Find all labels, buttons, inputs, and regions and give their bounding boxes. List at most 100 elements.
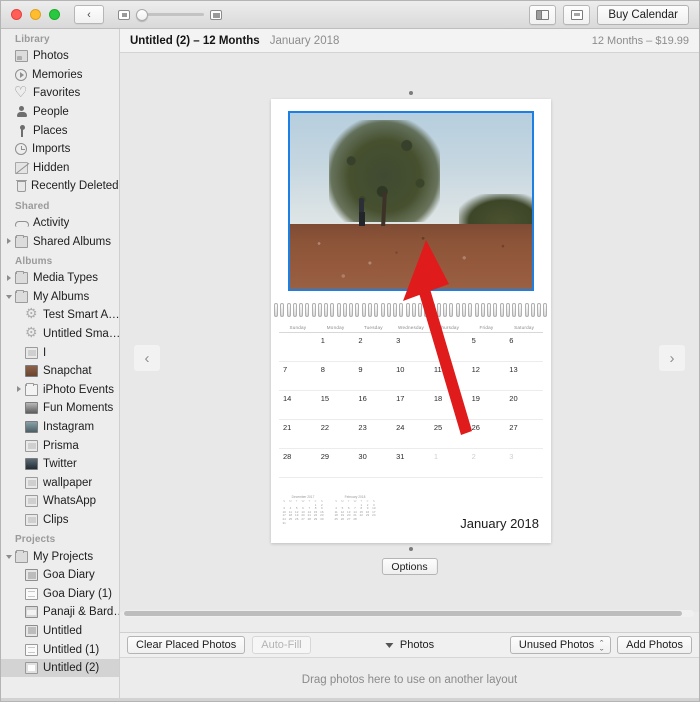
sidebar-item-untitled-2[interactable]: Untitled (2)	[1, 658, 119, 678]
sidebar-item-iphoto-events[interactable]: iPhoto Events	[1, 381, 119, 400]
calendar-day-cell[interactable]: 2	[467, 449, 506, 478]
calendar-day-cell[interactable]: 2	[354, 333, 393, 362]
calendar-day-cell[interactable]: 3	[505, 449, 543, 478]
sidebar-item-favorites[interactable]: Favorites	[1, 83, 119, 103]
calendar-day-cell[interactable]: 31	[392, 449, 430, 478]
sidebar-item-fun-moments[interactable]: Fun Moments	[1, 399, 119, 418]
photo-dropzone[interactable]: Drag photos here to use on another layou…	[120, 658, 699, 701]
horizontal-scrollbar-thumb[interactable]	[124, 611, 682, 616]
calendar-day-cell[interactable]: 28	[279, 449, 317, 478]
calendar-day-cell[interactable]: 29	[316, 449, 355, 478]
zoom-slider-group[interactable]	[118, 8, 222, 21]
calendar-day-cell[interactable]: 19	[467, 391, 506, 420]
sidebar-item-wallpaper[interactable]: wallpaper	[1, 473, 119, 492]
next-page-button[interactable]: ›	[659, 345, 685, 371]
calendar-day-cell[interactable]: 1	[316, 333, 355, 362]
previous-page-button[interactable]: ‹	[134, 345, 160, 371]
calendar-day-cell[interactable]: 16	[354, 391, 393, 420]
sidebar-item-activity[interactable]: Activity	[1, 214, 119, 233]
calendar-day-cell[interactable]: 14	[279, 391, 317, 420]
calendar-day-cell[interactable]: 27	[505, 420, 543, 449]
sidebar-item-hidden[interactable]: Hidden	[1, 159, 119, 178]
photo-placeholder-selected[interactable]	[288, 111, 534, 291]
sidebar[interactable]: Library Photos Memories Favorites People Plac…	[1, 29, 120, 701]
calendar-day-cell[interactable]: 26	[467, 420, 506, 449]
clear-placed-photos-button[interactable]: Clear Placed Photos	[127, 636, 246, 654]
split-view-button[interactable]	[529, 4, 557, 25]
sidebar-item-media-types[interactable]: Media Types	[1, 269, 119, 288]
calendar-day-cell[interactable]: 10	[392, 362, 430, 391]
sidebar-item-label: Test Smart A…	[43, 309, 119, 322]
sidebar-item-goa-diary[interactable]: Goa Diary	[1, 566, 119, 585]
sidebar-item-twitter[interactable]: Twitter	[1, 455, 119, 474]
calendar-day-cell[interactable]	[279, 333, 317, 362]
calendar-photo[interactable]	[290, 113, 532, 289]
sidebar-item-test-smart-a[interactable]: Test Smart A…	[1, 305, 119, 325]
calendar-day-cell[interactable]: 9	[354, 362, 393, 391]
sidebar-item-whatsapp[interactable]: WhatsApp	[1, 492, 119, 511]
calendar-day-cell[interactable]: 7	[279, 362, 317, 391]
calendar-day-cell[interactable]: 12	[467, 362, 506, 391]
options-button[interactable]: Options	[381, 558, 438, 575]
back-button[interactable]: ‹	[74, 5, 104, 24]
calendar-day-cell[interactable]: 24	[392, 420, 430, 449]
sidebar-item-clips[interactable]: Clips	[1, 511, 119, 530]
sidebar-item-shared-albums[interactable]: Shared Albums	[1, 232, 119, 251]
calendar-day-cell[interactable]: 6	[505, 333, 543, 362]
calendar-day-cell[interactable]: 13	[505, 362, 543, 391]
small-thumbnail-icon[interactable]	[118, 9, 130, 20]
calendar-day-cell[interactable]: 3	[392, 333, 430, 362]
buy-calendar-button[interactable]: Buy Calendar	[597, 4, 689, 25]
calendar-day-cell[interactable]: 30	[354, 449, 393, 478]
project-canvas[interactable]: ‹ › Sunday Monday Tuesday Wednesday Thur…	[120, 53, 699, 612]
sidebar-item-instagram[interactable]: Instagram	[1, 418, 119, 437]
calendar-day-cell[interactable]: 4	[429, 333, 468, 362]
calendar-page[interactable]: Sunday Monday Tuesday Wednesday Thursday Frid…	[271, 91, 551, 551]
disclosure-down-icon[interactable]	[6, 553, 13, 560]
calendar-day-cell[interactable]: 17	[392, 391, 430, 420]
sidebar-item-untitled-1[interactable]: Untitled (1)	[1, 640, 119, 659]
photos-drawer-toggle[interactable]: Photos	[384, 639, 434, 651]
disclosure-down-icon[interactable]	[6, 293, 13, 300]
horizontal-scrollbar[interactable]	[123, 610, 694, 617]
photo-filter-popup[interactable]: Unused Photos	[509, 636, 612, 654]
sidebar-item-photos[interactable]: Photos	[1, 47, 119, 66]
calendar-day-cell[interactable]: 1	[429, 449, 468, 478]
disclosure-right-icon[interactable]	[16, 386, 23, 393]
zoom-slider[interactable]	[136, 8, 204, 21]
close-button[interactable]	[11, 9, 22, 20]
calendar-day-cell[interactable]: 22	[316, 420, 355, 449]
sidebar-item-untitled[interactable]: Untitled	[1, 622, 119, 641]
sidebar-item-i[interactable]: I	[1, 343, 119, 362]
calendar-day-cell[interactable]: 23	[354, 420, 393, 449]
zoom-slider-knob[interactable]	[136, 8, 148, 21]
sidebar-item-recently-deleted[interactable]: Recently Deleted	[1, 177, 119, 196]
calendar-day-cell[interactable]: 18	[429, 391, 468, 420]
sidebar-item-my-albums[interactable]: My Albums	[1, 288, 119, 307]
sidebar-item-places[interactable]: Places	[1, 121, 119, 140]
auto-fill-button[interactable]: Auto-Fill	[252, 636, 311, 654]
zoom-button[interactable]	[49, 9, 60, 20]
sidebar-item-memories[interactable]: Memories	[1, 66, 119, 85]
sidebar-item-my-projects[interactable]: My Projects	[1, 547, 119, 566]
calendar-day-cell[interactable]: 5	[467, 333, 506, 362]
sidebar-item-untitled-sma[interactable]: Untitled Sma…	[1, 324, 119, 344]
sidebar-item-people[interactable]: People	[1, 103, 119, 122]
calendar-day-cell[interactable]: 20	[505, 391, 543, 420]
page-view-button[interactable]	[563, 4, 591, 25]
calendar-day-cell[interactable]: 15	[316, 391, 355, 420]
large-thumbnail-icon[interactable]	[210, 9, 222, 20]
minimize-button[interactable]	[30, 9, 41, 20]
sidebar-item-imports[interactable]: Imports	[1, 140, 119, 159]
sidebar-item-prisma[interactable]: Prisma	[1, 436, 119, 455]
calendar-day-cell[interactable]: 8	[316, 362, 355, 391]
calendar-day-cell[interactable]: 25	[429, 420, 468, 449]
disclosure-right-icon[interactable]	[6, 274, 13, 282]
add-photos-button[interactable]: Add Photos	[617, 636, 692, 654]
sidebar-item-goa-diary-1[interactable]: Goa Diary (1)	[1, 584, 119, 603]
disclosure-right-icon[interactable]	[6, 238, 13, 245]
sidebar-item-panaji-bard[interactable]: Panaji & Bard…	[1, 603, 119, 622]
calendar-day-cell[interactable]: 21	[279, 420, 317, 449]
calendar-day-cell[interactable]: 11	[429, 362, 468, 391]
sidebar-item-snapchat[interactable]: Snapchat	[1, 362, 119, 381]
